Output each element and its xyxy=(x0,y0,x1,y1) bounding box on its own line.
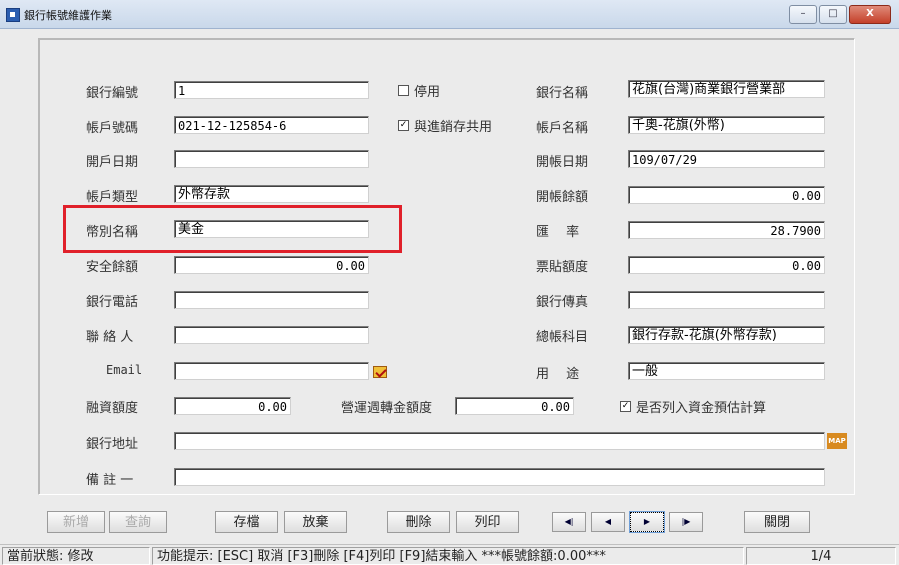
last-record-button[interactable]: |▶ xyxy=(669,512,703,532)
prev-record-button[interactable]: ◀ xyxy=(591,512,625,532)
bank-address-label: 銀行地址 xyxy=(86,437,139,452)
bank-name-label: 銀行名稱 xyxy=(536,86,589,101)
save-button[interactable]: 存檔 xyxy=(215,511,278,533)
bank-address-field[interactable] xyxy=(174,432,825,450)
gl-account-label: 總帳科目 xyxy=(536,330,589,345)
disabled-label: 停用 xyxy=(414,85,441,100)
checkbox-box[interactable] xyxy=(398,85,409,96)
checkmark-icon[interactable]: ✓ xyxy=(620,401,631,412)
map-icon[interactable]: MAP xyxy=(827,433,847,449)
usage-field[interactable]: 一般 xyxy=(628,362,825,380)
note1-field[interactable] xyxy=(174,468,825,486)
app-icon xyxy=(6,8,20,22)
status-page: 1/4 xyxy=(746,547,896,565)
usage-label: 用 途 xyxy=(536,367,580,382)
next-record-button[interactable]: ▶ xyxy=(629,511,665,533)
fund-forecast-checkbox[interactable]: ✓ 是否列入資金預估計算 xyxy=(620,397,766,416)
currency-name-field[interactable]: 美金 xyxy=(174,220,369,238)
delete-button[interactable]: 刪除 xyxy=(387,511,450,533)
bank-no-label: 銀行編號 xyxy=(86,86,139,101)
currency-name-label: 幣別名稱 xyxy=(86,225,139,240)
open-date-label: 開戶日期 xyxy=(86,155,139,170)
query-button[interactable]: 查詢 xyxy=(109,511,167,533)
bank-phone-label: 銀行電話 xyxy=(86,295,139,310)
fund-forecast-label: 是否列入資金預估計算 xyxy=(636,401,767,416)
financing-limit-field[interactable]: 0.00 xyxy=(174,397,291,415)
opening-balance-label: 開帳餘額 xyxy=(536,190,589,205)
account-no-field[interactable]: 021-12-125854-6 xyxy=(174,116,369,134)
status-bar: 當前狀態: 修改 功能提示: [ESC] 取消 [F3]刪除 [F4]列印 [F… xyxy=(0,544,899,565)
note1-label: 備 註 一 xyxy=(86,473,134,488)
title-bar: 銀行帳號維護作業 – □ X xyxy=(0,0,899,29)
open-date-field[interactable] xyxy=(174,150,369,168)
maximize-button[interactable]: □ xyxy=(819,5,847,24)
financing-limit-label: 融資額度 xyxy=(86,401,139,416)
bank-no-field[interactable]: 1 xyxy=(174,81,369,99)
account-name-label: 帳戶名稱 xyxy=(536,121,589,136)
email-label: Email xyxy=(106,363,143,377)
bill-limit-label: 票貼額度 xyxy=(536,260,589,275)
first-record-button[interactable]: ◀| xyxy=(552,512,586,532)
account-no-label: 帳戶號碼 xyxy=(86,121,139,136)
exchange-rate-field[interactable]: 28.7900 xyxy=(628,221,825,239)
minimize-button[interactable]: – xyxy=(789,5,817,24)
close-button[interactable]: 關閉 xyxy=(744,511,810,533)
account-open-date-label: 開帳日期 xyxy=(536,155,589,170)
exchange-rate-label: 匯 率 xyxy=(536,225,580,240)
email-field[interactable] xyxy=(174,362,369,380)
account-type-field[interactable]: 外幣存款 xyxy=(174,185,369,203)
status-hint: 功能提示: [ESC] 取消 [F3]刪除 [F4]列印 [F9]結束輸入 **… xyxy=(152,547,744,565)
shared-label: 與進銷存共用 xyxy=(414,120,493,135)
bill-limit-field[interactable]: 0.00 xyxy=(628,256,825,274)
bank-fax-label: 銀行傳真 xyxy=(536,295,589,310)
discard-button[interactable]: 放棄 xyxy=(284,511,347,533)
safety-balance-field[interactable]: 0.00 xyxy=(174,256,369,274)
bank-fax-field[interactable] xyxy=(628,291,825,309)
turnover-limit-label: 營運週轉金額度 xyxy=(341,401,433,416)
turnover-limit-field[interactable]: 0.00 xyxy=(455,397,574,415)
contact-label: 聯 絡 人 xyxy=(86,330,134,345)
account-name-field[interactable]: 千奧-花旗(外幣) xyxy=(628,116,825,134)
opening-balance-field[interactable]: 0.00 xyxy=(628,186,825,204)
gl-account-field[interactable]: 銀行存款-花旗(外幣存款) xyxy=(628,326,825,344)
bank-phone-field[interactable] xyxy=(174,291,369,309)
status-state: 當前狀態: 修改 xyxy=(2,547,150,565)
close-window-button[interactable]: X xyxy=(849,5,891,24)
safety-balance-label: 安全餘額 xyxy=(86,260,139,275)
window-title: 銀行帳號維護作業 xyxy=(24,9,112,22)
shared-checkbox[interactable]: ✓ 與進銷存共用 xyxy=(398,116,492,135)
account-type-label: 帳戶類型 xyxy=(86,190,139,205)
disabled-checkbox[interactable]: 停用 xyxy=(398,81,440,100)
mail-icon[interactable] xyxy=(373,366,387,378)
contact-field[interactable] xyxy=(174,326,369,344)
bank-name-field[interactable]: 花旗(台灣)商業銀行營業部 xyxy=(628,80,825,98)
account-open-date-field[interactable]: 109/07/29 xyxy=(628,150,825,168)
checkmark-icon[interactable]: ✓ xyxy=(398,120,409,131)
add-button[interactable]: 新增 xyxy=(47,511,105,533)
print-button[interactable]: 列印 xyxy=(456,511,519,533)
